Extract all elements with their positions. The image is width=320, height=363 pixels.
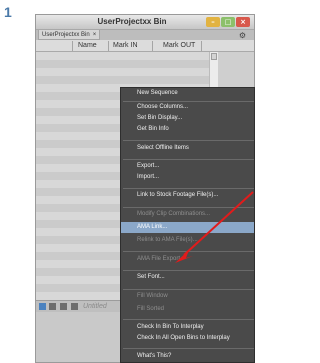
menu-item-fill-window: Fill Window [137,293,168,299]
menu-separator [123,251,254,252]
menu-separator [123,270,254,271]
tab-close-icon[interactable]: × [93,32,97,38]
text-view-icon[interactable] [49,303,56,310]
bin-tab-label: UserProjectxx Bin [42,32,90,38]
tab-bar: UserProjectxx Bin × ⚙ [36,29,254,40]
scroll-up-button[interactable] [211,53,217,60]
frame-view-icon[interactable] [60,303,67,310]
menu-item-set-font[interactable]: Set Font... [121,272,254,283]
menu-separator [123,319,254,320]
close-icon: × [240,18,246,26]
close-button[interactable]: × [236,17,250,27]
column-divider[interactable] [108,41,109,51]
column-mark-out[interactable]: Mark OUT [163,40,195,52]
minimize-button[interactable]: – [206,17,220,27]
menu-item-import[interactable]: Import... [121,172,254,183]
menu-item-set-bin-display[interactable]: Set Bin Display... [121,113,254,124]
window-title: UserProjectxx Bin [97,17,167,26]
menu-item-relink-to-ama-file-s: Relink to AMA File(s)... [137,237,198,243]
script-view-icon[interactable] [71,303,78,310]
menu-item-ama-file-export: AMA File Export [137,256,181,262]
bin-toolbar: Untitled [36,300,126,312]
maximize-icon: □ [224,18,232,26]
menu-separator [123,159,254,160]
menu-item-check-in-bin-to-interplay[interactable]: Check In Bin To Interplay [121,322,254,333]
context-menu: New Sequence Choose Columns... Set Bin Dis… [120,87,255,363]
column-mark-in[interactable]: Mark IN [113,40,138,52]
title-bar[interactable]: UserProjectxx Bin – □ × [36,15,254,29]
menu-separator [123,348,254,349]
maximize-button[interactable]: □ [221,17,235,27]
menu-item-link-to-stock-footage-file-s[interactable]: Link to Stock Footage File(s)... [121,190,254,201]
menu-item-export[interactable]: Export... [121,161,254,172]
menu-separator [123,140,254,141]
menu-separator [123,188,254,189]
menu-item-fill-sorted: Fill Sorted [137,306,165,312]
menu-item-choose-columns[interactable]: Choose Columns... [121,102,254,113]
step-number: 1 [4,4,12,20]
menu-item-select-offline-items[interactable]: Select Offline Items [121,143,254,154]
menu-item-new-sequence[interactable]: New Sequence [121,88,254,99]
column-header: Name Mark IN Mark OUT [36,40,254,52]
brief-view-icon[interactable] [39,303,46,310]
column-divider[interactable] [152,41,153,51]
menu-item-modify-clip-combinations: Modify Clip Combinations... [137,211,211,217]
column-divider[interactable] [201,41,202,51]
column-name[interactable]: Name [78,40,97,52]
bin-tab[interactable]: UserProjectxx Bin × [38,30,101,40]
gear-icon[interactable]: ⚙ [238,31,247,40]
menu-separator [123,289,254,290]
menu-separator [123,207,254,208]
minimize-icon: – [211,18,215,26]
menu-item-ama-link[interactable]: AMA Link... [121,222,254,233]
bin-footer [36,312,126,362]
menu-item-check-in-all-open-bins-to-interplay[interactable]: Check In All Open Bins to Interplay [121,333,254,344]
bin-view-selector[interactable]: Untitled [83,301,107,312]
menu-item-what-s-this[interactable]: What's This? [121,351,254,362]
menu-item-get-bin-info[interactable]: Get Bin Info [121,124,254,135]
column-divider[interactable] [72,41,73,51]
